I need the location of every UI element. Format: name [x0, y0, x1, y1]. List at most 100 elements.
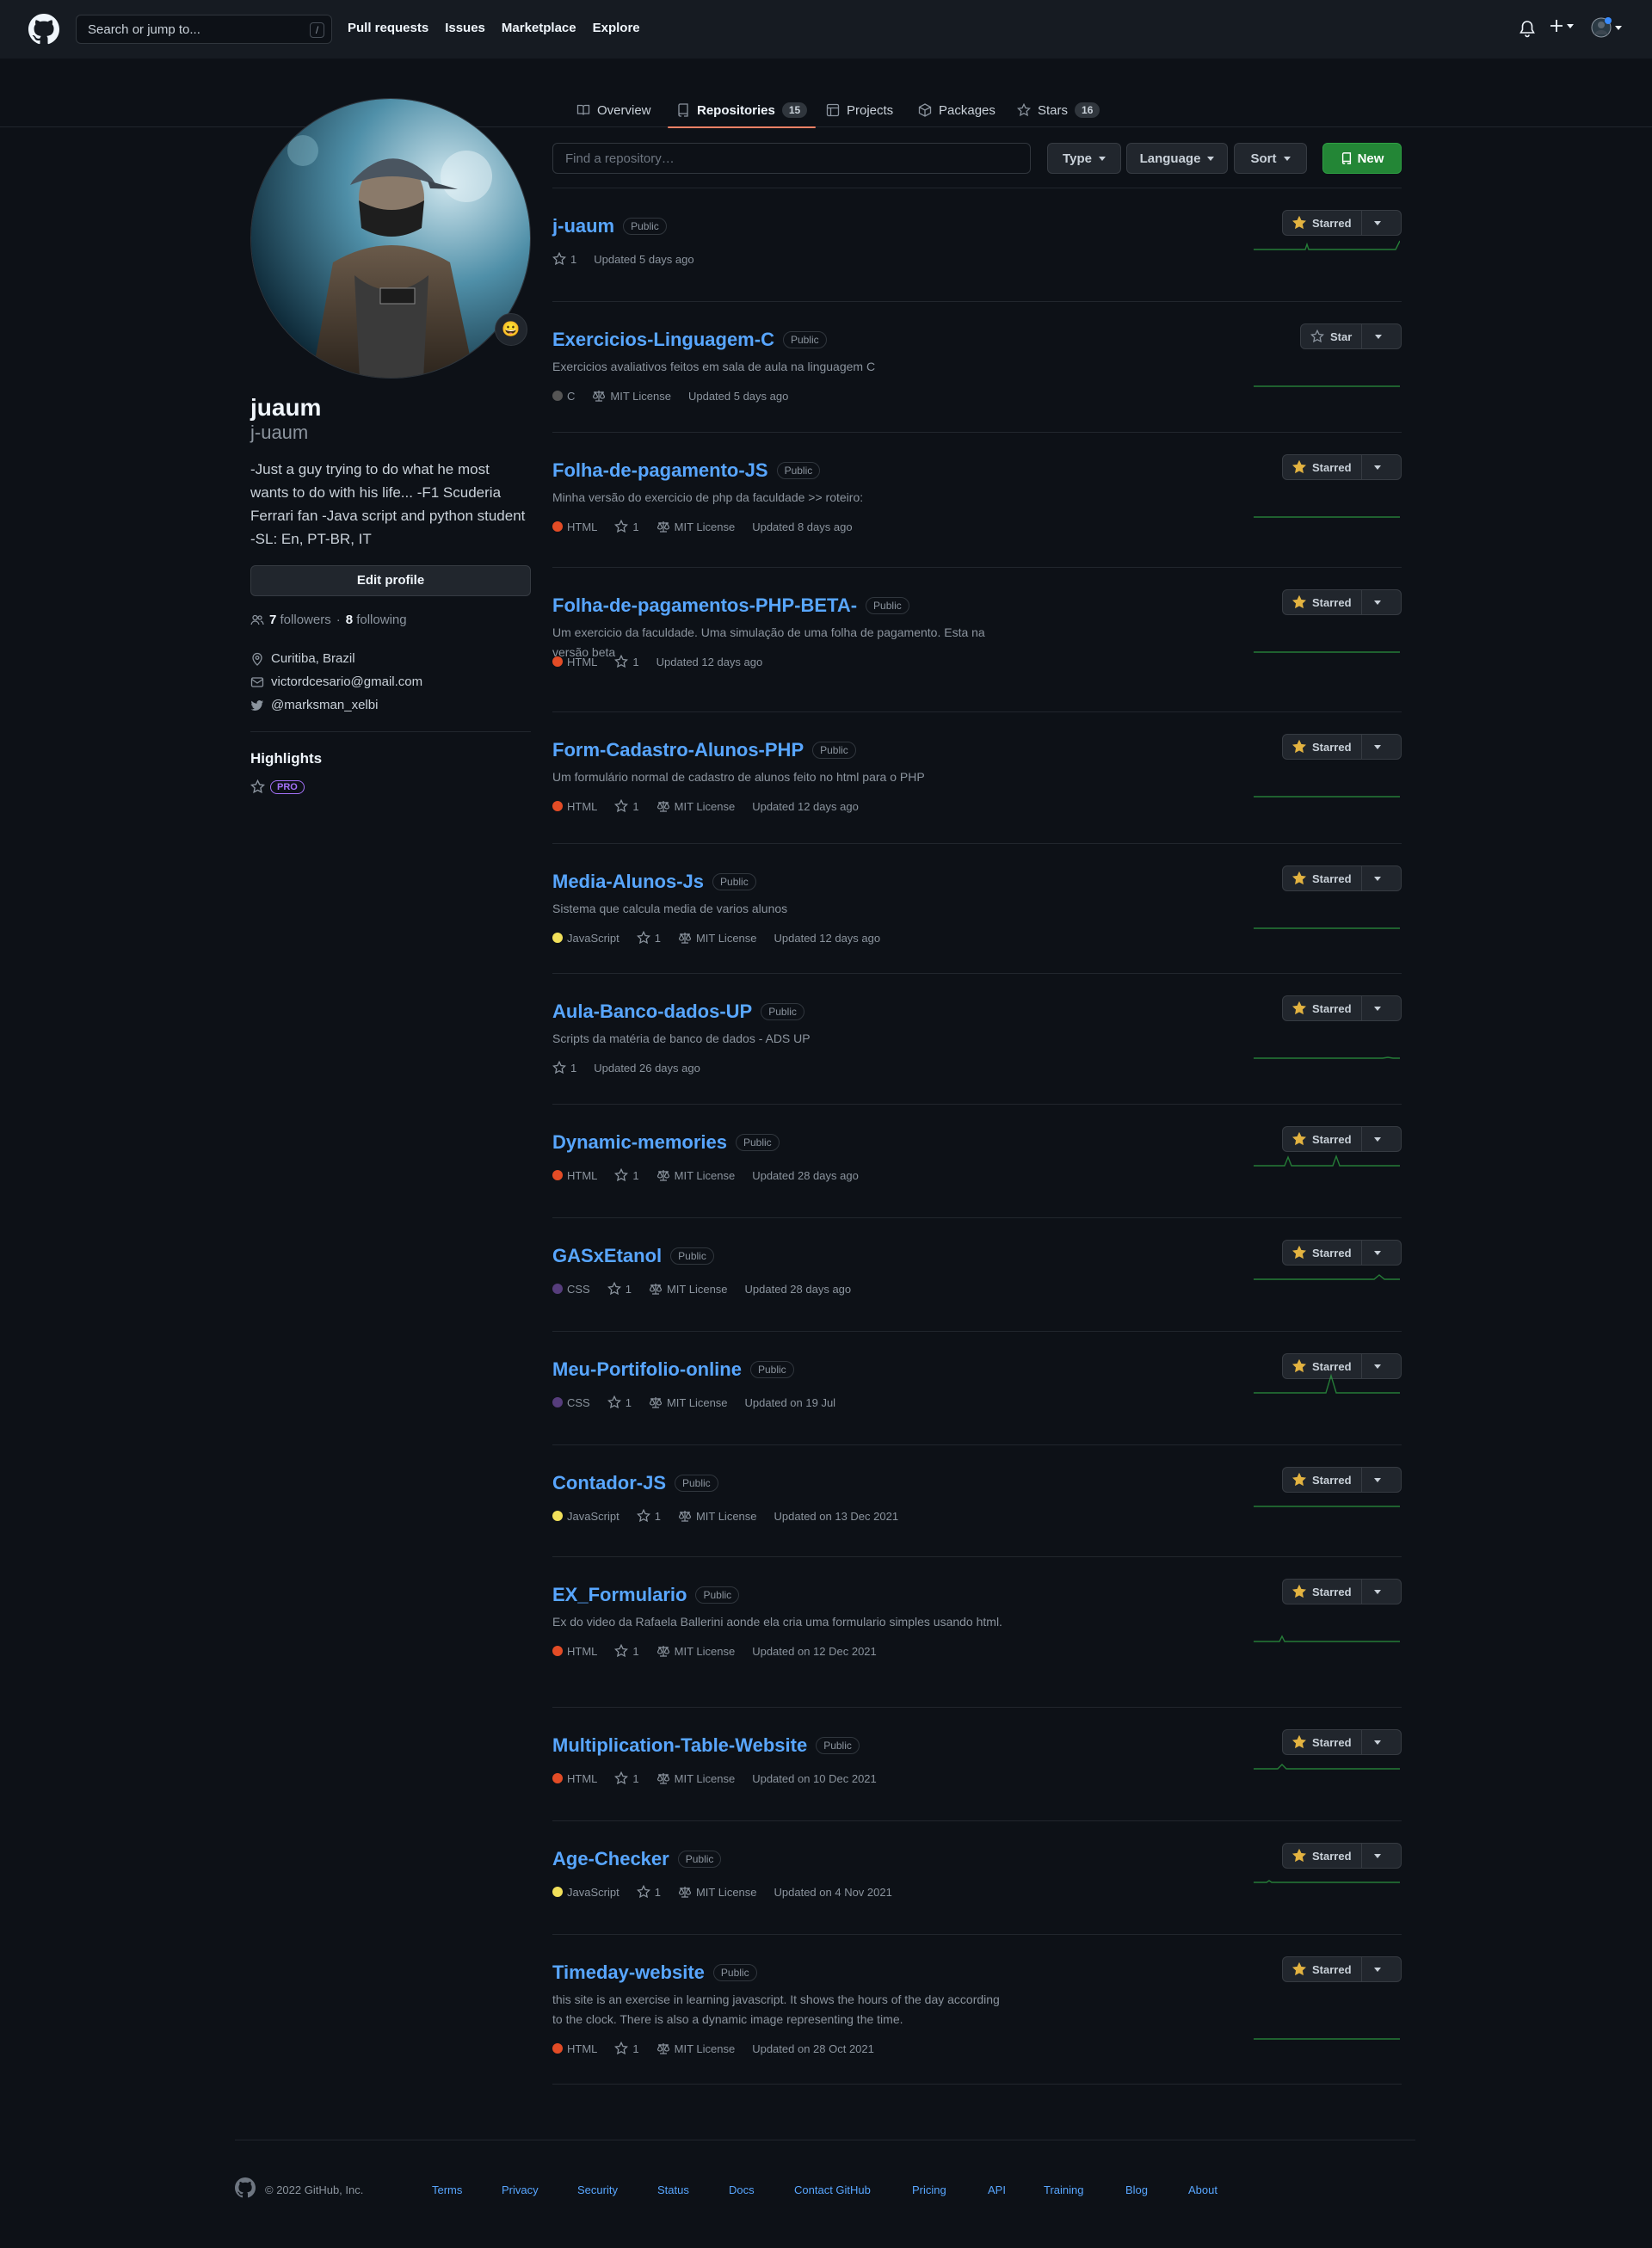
repo-name-link[interactable]: j-uaum: [552, 215, 614, 237]
new-repository-button[interactable]: New: [1322, 143, 1402, 174]
repo-stargazers[interactable]: 1: [636, 1509, 661, 1523]
repo-name-link[interactable]: GASxEtanol: [552, 1245, 662, 1267]
language-color-dot: [552, 656, 563, 667]
profile-avatar[interactable]: [250, 98, 531, 379]
repo-title: Folha-de-pagamentos-PHP-BETA- Public: [552, 594, 909, 617]
star-toggle-button[interactable]: Starred: [1283, 735, 1362, 759]
repo-stargazers[interactable]: 1: [614, 520, 639, 533]
star-button-label: Starred: [1312, 871, 1352, 885]
nav-marketplace[interactable]: Marketplace: [502, 21, 576, 35]
footer-link-api[interactable]: API: [988, 2183, 1006, 2196]
star-list-dropdown[interactable]: [1362, 1580, 1394, 1604]
repo-title: Age-Checker Public: [552, 1848, 722, 1870]
star-count: 1: [654, 931, 661, 945]
followers-link[interactable]: 7 followers: [269, 613, 331, 627]
vcard-email[interactable]: victordcesario@gmail.com: [250, 674, 422, 689]
star-list-dropdown[interactable]: [1362, 866, 1394, 890]
star-list-dropdown[interactable]: [1362, 1957, 1394, 1981]
language-name: HTML: [567, 1771, 598, 1785]
repo-stargazers[interactable]: 1: [607, 1282, 632, 1296]
language-filter-button[interactable]: Language: [1126, 143, 1228, 174]
repo-title: Folha-de-pagamento-JS Public: [552, 459, 821, 482]
repo-name-link[interactable]: Folha-de-pagamento-JS: [552, 459, 768, 482]
chevron-down-icon: [1567, 23, 1574, 28]
repo-name-link[interactable]: Timeday-website: [552, 1962, 705, 1984]
repo-description: Sistema que calcula media de varios alun…: [552, 902, 788, 915]
footer-link-about[interactable]: About: [1188, 2183, 1217, 2196]
type-filter-button[interactable]: Type: [1047, 143, 1121, 174]
sort-button[interactable]: Sort: [1234, 143, 1307, 174]
repo-name-link[interactable]: Age-Checker: [552, 1848, 669, 1870]
tab-stars[interactable]: Stars 16: [1017, 93, 1100, 127]
vcard-location: Curitiba, Brazil: [250, 651, 355, 666]
repo-stargazers[interactable]: 1: [552, 252, 576, 266]
tab-packages[interactable]: Packages: [918, 93, 996, 127]
chevron-down-icon: [1374, 465, 1382, 470]
footer-link-pricing[interactable]: Pricing: [912, 2183, 946, 2196]
set-status-button[interactable]: 😀: [495, 313, 527, 346]
user-menu[interactable]: [1591, 17, 1622, 38]
repo-stargazers[interactable]: 1: [614, 799, 639, 813]
repo-name-link[interactable]: Folha-de-pagamentos-PHP-BETA-: [552, 594, 857, 617]
repo-name-link[interactable]: EX_Formulario: [552, 1584, 687, 1606]
twitter-link[interactable]: @marksman_xelbi: [271, 698, 378, 712]
repo-stargazers[interactable]: 1: [636, 931, 661, 945]
star-toggle-button[interactable]: Starred: [1283, 455, 1362, 479]
repo-list-item: Form-Cadastro-Alunos-PHP Public Um formulá…: [552, 712, 1402, 844]
nav-pull-requests[interactable]: Pull requests: [348, 21, 428, 35]
tab-repositories[interactable]: Repositories 15: [667, 93, 817, 128]
github-logo-icon[interactable]: [235, 2177, 256, 2198]
footer-link-security[interactable]: Security: [577, 2183, 618, 2196]
footer-link-docs[interactable]: Docs: [729, 2183, 755, 2196]
star-toggle-button[interactable]: Starred: [1283, 1957, 1362, 1981]
global-search-input[interactable]: Search or jump to... /: [76, 15, 332, 44]
nav-explore[interactable]: Explore: [593, 21, 640, 35]
github-logo-icon[interactable]: [28, 14, 59, 45]
search-placeholder: Search or jump to...: [88, 22, 200, 37]
star-toggle-button[interactable]: Starred: [1283, 996, 1362, 1020]
repo-stargazers[interactable]: 1: [614, 655, 639, 668]
tab-projects[interactable]: Projects: [826, 93, 893, 127]
repo-name-link[interactable]: Media-Alunos-Js: [552, 871, 704, 893]
repo-name-link[interactable]: Exercicios-Linguagem-C: [552, 329, 774, 351]
star-list-dropdown[interactable]: [1362, 590, 1394, 614]
repo-stargazers[interactable]: 1: [636, 1885, 661, 1899]
tab-overview[interactable]: Overview: [576, 93, 651, 127]
repo-name-link[interactable]: Meu-Portifolio-online: [552, 1358, 742, 1381]
find-repository-input[interactable]: [552, 143, 1031, 174]
repo-name-link[interactable]: Dynamic-memories: [552, 1131, 727, 1154]
footer-link-contact[interactable]: Contact GitHub: [794, 2183, 871, 2196]
create-new-menu[interactable]: [1550, 19, 1574, 33]
star-list-dropdown[interactable]: [1362, 324, 1394, 348]
star-list-dropdown[interactable]: [1362, 735, 1394, 759]
footer-link-training[interactable]: Training: [1044, 2183, 1083, 2196]
star-toggle-button[interactable]: Star: [1301, 324, 1363, 348]
star-list-dropdown[interactable]: [1362, 996, 1394, 1020]
edit-profile-button[interactable]: Edit profile: [250, 565, 531, 596]
repo-name-link[interactable]: Multiplication-Table-Website: [552, 1734, 807, 1757]
footer-link-blog[interactable]: Blog: [1125, 2183, 1148, 2196]
star-toggle-button[interactable]: Starred: [1283, 1580, 1362, 1604]
nav-issues[interactable]: Issues: [445, 21, 485, 35]
footer-link-terms[interactable]: Terms: [432, 2183, 462, 2196]
star-list-dropdown[interactable]: [1362, 455, 1394, 479]
footer-link-privacy[interactable]: Privacy: [502, 2183, 539, 2196]
activity-sparkline: [1254, 1154, 1400, 1167]
footer-link-status[interactable]: Status: [657, 2183, 689, 2196]
repo-stargazers[interactable]: 1: [614, 2042, 639, 2055]
repo-name-link[interactable]: Aula-Banco-dados-UP: [552, 1001, 752, 1023]
star-toggle-button[interactable]: Starred: [1283, 590, 1362, 614]
repo-stargazers[interactable]: 1: [614, 1644, 639, 1658]
email-link[interactable]: victordcesario@gmail.com: [271, 674, 422, 689]
repo-stargazers[interactable]: 1: [607, 1395, 632, 1409]
bell-icon[interactable]: [1519, 21, 1535, 38]
repo-stargazers[interactable]: 1: [614, 1168, 639, 1182]
star-icon: [1292, 1001, 1306, 1015]
repo-stargazers[interactable]: 1: [614, 1771, 639, 1785]
following-link[interactable]: 8 following: [346, 613, 407, 627]
repo-name-link[interactable]: Contador-JS: [552, 1472, 666, 1494]
repo-stargazers[interactable]: 1: [552, 1061, 576, 1075]
vcard-twitter[interactable]: @marksman_xelbi: [250, 698, 378, 712]
star-toggle-button[interactable]: Starred: [1283, 866, 1362, 890]
repo-name-link[interactable]: Form-Cadastro-Alunos-PHP: [552, 739, 804, 761]
